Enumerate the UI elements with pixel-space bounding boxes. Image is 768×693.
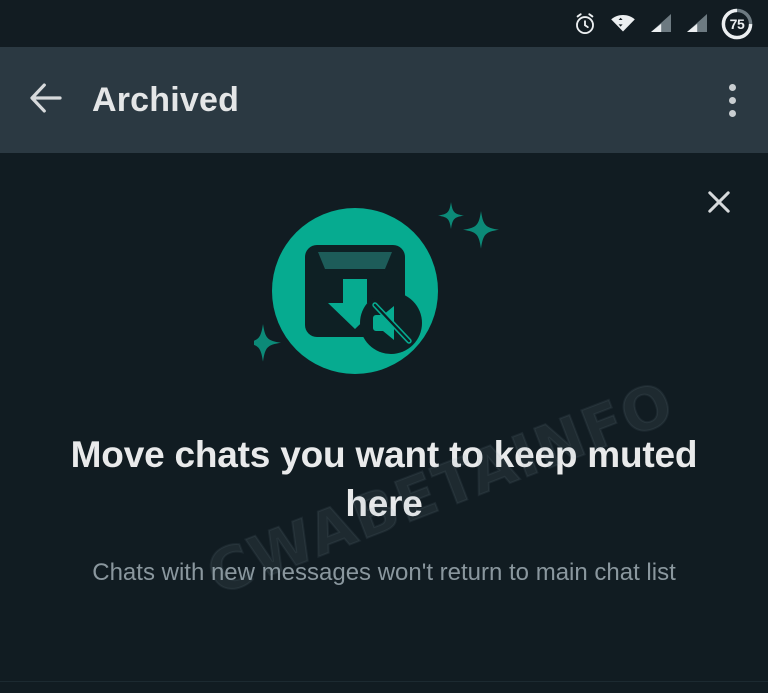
app-bar: Archived bbox=[0, 47, 768, 153]
more-vertical-icon-dot3 bbox=[728, 109, 736, 117]
more-vertical-icon bbox=[728, 83, 736, 91]
empty-state-panel: CWABETAINFO Move chats you want to keep … bbox=[0, 153, 768, 693]
battery-icon: 75 bbox=[720, 7, 754, 41]
battery-level-label: 75 bbox=[729, 15, 745, 32]
back-button[interactable] bbox=[0, 47, 92, 153]
archive-muted-illustration bbox=[245, 193, 514, 393]
close-button[interactable] bbox=[694, 179, 744, 229]
empty-state-headline: Move chats you want to keep muted here bbox=[70, 434, 698, 524]
wifi-icon bbox=[609, 12, 637, 36]
page-title: Archived bbox=[92, 80, 240, 119]
signal-icon-2 bbox=[684, 12, 709, 35]
close-icon bbox=[702, 185, 736, 224]
empty-state-subtext: Chats with new messages won't return to … bbox=[92, 559, 676, 586]
arrow-left-icon bbox=[25, 77, 67, 124]
status-bar: 75 bbox=[0, 0, 768, 47]
bottom-divider bbox=[0, 681, 768, 682]
phone-screen: 75 Archived CWABETAINFO Move chats you w… bbox=[0, 0, 768, 693]
overflow-menu-button[interactable] bbox=[696, 47, 768, 153]
mute-badge-icon bbox=[360, 292, 422, 354]
more-vertical-icon-dot2 bbox=[728, 96, 736, 104]
alarm-icon bbox=[572, 11, 598, 37]
signal-icon-1 bbox=[648, 12, 673, 35]
